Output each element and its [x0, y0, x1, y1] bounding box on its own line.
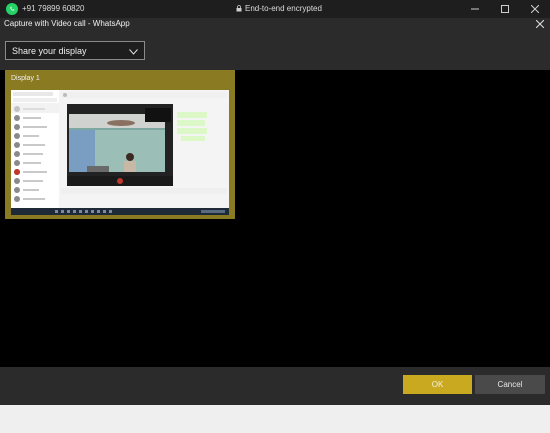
encryption-label: End-to-end encrypted — [245, 4, 322, 13]
app-titlebar: +91 79899 60820 End-to-end encrypted — [0, 0, 550, 18]
dialog-title: Capture with Video call - WhatsApp — [4, 19, 130, 28]
lock-icon — [236, 5, 242, 12]
window-controls — [460, 0, 550, 18]
encryption-status: End-to-end encrypted — [236, 4, 322, 13]
chevron-down-icon — [129, 47, 138, 57]
display-label: Display 1 — [11, 75, 40, 82]
source-preview-area: Display 1 — [0, 70, 550, 367]
source-type-select[interactable]: Share your display — [5, 41, 145, 60]
cancel-button[interactable]: Cancel — [475, 375, 545, 394]
minimize-icon[interactable] — [460, 0, 490, 18]
dialog-close-icon[interactable] — [534, 18, 546, 30]
whatsapp-logo-icon — [6, 3, 18, 15]
display-thumbnail[interactable]: Display 1 — [5, 70, 235, 219]
close-window-icon[interactable] — [520, 0, 550, 18]
display-preview-image — [11, 90, 229, 215]
source-type-value: Share your display — [12, 45, 87, 56]
maximize-icon[interactable] — [490, 0, 520, 18]
capture-dialog: Capture with Video call - WhatsApp Share… — [0, 18, 550, 405]
background-window-strip — [0, 405, 550, 433]
contact-phone: +91 79899 60820 — [22, 4, 85, 13]
ok-button[interactable]: OK — [403, 375, 472, 394]
dialog-footer: OK Cancel — [0, 367, 550, 405]
